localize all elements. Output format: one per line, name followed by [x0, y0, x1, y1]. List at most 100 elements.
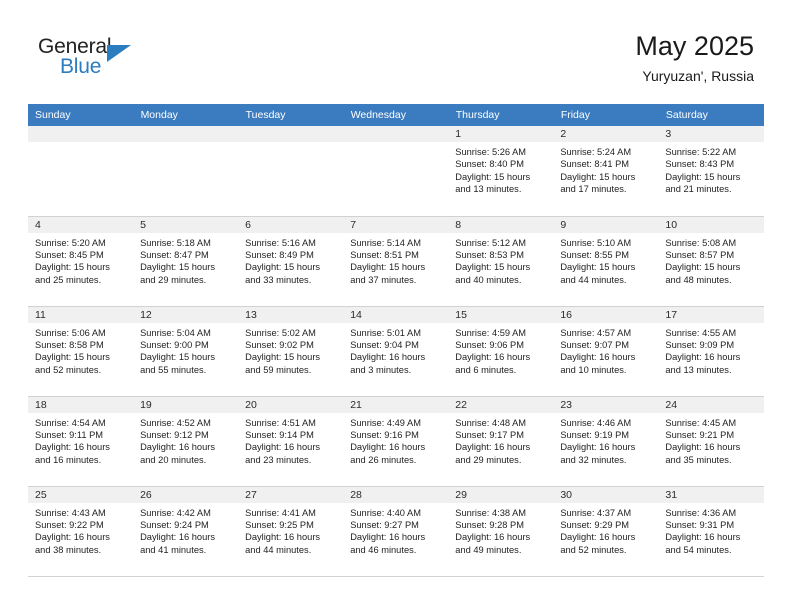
daylight-text-line1: Daylight: 15 hours	[665, 262, 741, 273]
day-number: 4	[28, 216, 134, 233]
day-details: Sunrise: 4:57 AM Sunset: 9:07 PM Daylight:…	[553, 323, 658, 377]
page-subtitle: Yuryuzan', Russia	[642, 68, 754, 84]
sunrise-text: Sunrise: 4:37 AM	[560, 507, 632, 518]
daylight-text-line2: and 46 minutes.	[350, 544, 417, 555]
sunset-text: Sunset: 9:14 PM	[245, 429, 314, 440]
calendar-day-cell[interactable]: 4 Sunrise: 5:20 AM Sunset: 8:45 PM Daylight…	[28, 216, 134, 307]
sunrise-text: Sunrise: 4:49 AM	[350, 417, 421, 428]
day-details: Sunrise: 4:45 AM Sunset: 9:21 PM Daylight:…	[658, 413, 763, 467]
daylight-text-line2: and 13 minutes.	[455, 184, 522, 195]
calendar-day-cell[interactable]: 1 Sunrise: 5:26 AM Sunset: 8:40 PM Daylight…	[448, 126, 554, 217]
daylight-text-line1: Daylight: 16 hours	[665, 352, 741, 363]
calendar-day-cell[interactable]: 22 Sunrise: 4:48 AM Sunset: 9:17 PM Dayligh…	[448, 396, 554, 487]
day-number: 7	[343, 216, 449, 233]
calendar-day-cell[interactable]: 10 Sunrise: 5:08 AM Sunset: 8:57 PM Dayligh…	[658, 216, 764, 307]
title-block: May 2025 Yuryuzan', Russia	[635, 30, 754, 85]
day-number: 6	[238, 216, 344, 233]
daylight-text-line1: Daylight: 16 hours	[245, 442, 321, 453]
day-details: Sunrise: 5:20 AM Sunset: 8:45 PM Daylight:…	[28, 233, 133, 287]
calendar-day-cell[interactable]: 20 Sunrise: 4:51 AM Sunset: 9:14 PM Dayligh…	[238, 396, 344, 487]
logo-text-blue: Blue	[60, 55, 102, 78]
day-number: 24	[658, 396, 764, 413]
day-number: 20	[238, 396, 344, 413]
calendar-day-cell[interactable]: 3 Sunrise: 5:22 AM Sunset: 8:43 PM Daylight…	[658, 126, 764, 217]
weekday-header-saturday: Saturday	[658, 104, 765, 126]
calendar-day-cell[interactable]: 28 Sunrise: 4:40 AM Sunset: 9:27 PM Dayligh…	[343, 486, 449, 577]
daylight-text-line1: Daylight: 16 hours	[35, 532, 110, 543]
calendar-day-cell[interactable]: 27 Sunrise: 4:41 AM Sunset: 9:25 PM Dayligh…	[238, 486, 344, 577]
sunset-text: Sunset: 9:31 PM	[665, 519, 735, 530]
daylight-text-line2: and 13 minutes.	[665, 364, 732, 375]
sunrise-text: Sunrise: 4:43 AM	[35, 507, 106, 518]
day-details: Sunrise: 4:59 AM Sunset: 9:06 PM Daylight:…	[448, 323, 553, 377]
weekday-header-friday: Friday	[553, 104, 659, 126]
calendar-day-cell[interactable]: 13 Sunrise: 5:02 AM Sunset: 9:02 PM Dayligh…	[238, 306, 344, 397]
calendar-day-cell[interactable]: 6 Sunrise: 5:16 AM Sunset: 8:49 PM Daylight…	[238, 216, 344, 307]
day-number: 3	[658, 126, 764, 142]
daylight-text-line1: Daylight: 16 hours	[560, 532, 636, 543]
day-details: Sunrise: 5:08 AM Sunset: 8:57 PM Daylight:…	[658, 233, 763, 287]
sunset-text: Sunset: 9:07 PM	[560, 339, 630, 350]
daylight-text-line1: Daylight: 16 hours	[140, 442, 215, 453]
daylight-text-line2: and 52 minutes.	[35, 364, 102, 375]
calendar-day-cell[interactable]: 16 Sunrise: 4:57 AM Sunset: 9:07 PM Dayligh…	[553, 306, 659, 397]
sunrise-text: Sunrise: 5:26 AM	[455, 147, 527, 157]
day-number: 12	[133, 306, 239, 323]
calendar-day-cell[interactable]: 2 Sunrise: 5:24 AM Sunset: 8:41 PM Daylight…	[553, 126, 659, 217]
sunset-text: Sunset: 8:41 PM	[560, 159, 630, 170]
sunset-text: Sunset: 9:22 PM	[35, 519, 104, 530]
day-number: 14	[343, 306, 449, 323]
calendar-day-cell[interactable]: 11 Sunrise: 5:06 AM Sunset: 8:58 PM Dayligh…	[28, 306, 134, 397]
daylight-text-line2: and 44 minutes.	[560, 274, 627, 285]
calendar-day-cell[interactable]: 9 Sunrise: 5:10 AM Sunset: 8:55 PM Daylight…	[553, 216, 659, 307]
calendar-day-cell[interactable]: 8 Sunrise: 5:12 AM Sunset: 8:53 PM Daylight…	[448, 216, 554, 307]
weekday-header-thursday: Thursday	[448, 104, 554, 126]
sunset-text: Sunset: 9:29 PM	[560, 519, 630, 530]
sunset-text: Sunset: 9:21 PM	[665, 429, 735, 440]
weekday-header-monday: Monday	[133, 104, 239, 126]
day-number: 27	[238, 486, 344, 503]
calendar-day-cell[interactable]: 26 Sunrise: 4:42 AM Sunset: 9:24 PM Dayligh…	[133, 486, 239, 577]
weekday-header-tuesday: Tuesday	[238, 104, 344, 126]
page-title: May 2025	[635, 31, 754, 61]
calendar-day-cell[interactable]: 23 Sunrise: 4:46 AM Sunset: 9:19 PM Dayligh…	[553, 396, 659, 487]
calendar-day-cell[interactable]: 14 Sunrise: 5:01 AM Sunset: 9:04 PM Dayligh…	[343, 306, 449, 397]
calendar-day-cell[interactable]: 7 Sunrise: 5:14 AM Sunset: 8:51 PM Daylight…	[343, 216, 449, 307]
calendar-day-cell[interactable]: 29 Sunrise: 4:38 AM Sunset: 9:28 PM Dayligh…	[448, 486, 554, 577]
calendar-day-cell[interactable]: 12 Sunrise: 5:04 AM Sunset: 9:00 PM Dayligh…	[133, 306, 239, 397]
day-details: Sunrise: 4:54 AM Sunset: 9:11 PM Daylight:…	[28, 413, 133, 467]
sunset-text: Sunset: 8:53 PM	[455, 249, 524, 260]
daylight-text-line1: Daylight: 16 hours	[350, 442, 426, 453]
daylight-text-line1: Daylight: 15 hours	[140, 352, 215, 363]
calendar-day-cell[interactable]: 31 Sunrise: 4:36 AM Sunset: 9:31 PM Dayligh…	[658, 486, 764, 577]
calendar-day-cell[interactable]: 24 Sunrise: 4:45 AM Sunset: 9:21 PM Dayligh…	[658, 396, 764, 487]
calendar-week-row: 4 Sunrise: 5:20 AM Sunset: 8:45 PM Daylight…	[28, 216, 764, 307]
daylight-text-line2: and 38 minutes.	[35, 544, 102, 555]
daylight-text-line2: and 20 minutes.	[140, 454, 207, 465]
calendar-day-cell[interactable]: 5 Sunrise: 5:18 AM Sunset: 8:47 PM Daylight…	[133, 216, 239, 307]
day-number: 5	[133, 216, 239, 233]
day-number: 13	[238, 306, 344, 323]
weekday-header-wednesday: Wednesday	[343, 104, 449, 126]
sunrise-text: Sunrise: 5:01 AM	[350, 327, 421, 338]
calendar-day-cell[interactable]: 18 Sunrise: 4:54 AM Sunset: 9:11 PM Dayligh…	[28, 396, 134, 487]
calendar-day-cell[interactable]: 15 Sunrise: 4:59 AM Sunset: 9:06 PM Dayligh…	[448, 306, 554, 397]
daylight-text-line1: Daylight: 16 hours	[350, 352, 426, 363]
calendar-day-cell[interactable]: 25 Sunrise: 4:43 AM Sunset: 9:22 PM Dayligh…	[28, 486, 134, 577]
day-number	[133, 126, 239, 142]
sunrise-text: Sunrise: 5:02 AM	[245, 327, 316, 338]
daylight-text-line2: and 16 minutes.	[35, 454, 102, 465]
calendar-day-cell[interactable]: 21 Sunrise: 4:49 AM Sunset: 9:16 PM Dayligh…	[343, 396, 449, 487]
calendar-grid: Sunday Monday Tuesday Wednesday Thursday…	[28, 104, 765, 577]
calendar-day-cell[interactable]: 19 Sunrise: 4:52 AM Sunset: 9:12 PM Dayligh…	[133, 396, 239, 487]
calendar-day-cell[interactable]: 17 Sunrise: 4:55 AM Sunset: 9:09 PM Dayligh…	[658, 306, 764, 397]
day-details: Sunrise: 4:40 AM Sunset: 9:27 PM Daylight:…	[343, 503, 448, 557]
daylight-text-line2: and 55 minutes.	[140, 364, 207, 375]
sunset-text: Sunset: 9:06 PM	[455, 339, 524, 350]
page-header: General Blue May 2025 Yuryuzan', Russia	[0, 0, 792, 104]
sunrise-text: Sunrise: 5:22 AM	[665, 147, 737, 157]
calendar-day-cell[interactable]: 30 Sunrise: 4:37 AM Sunset: 9:29 PM Dayligh…	[553, 486, 659, 577]
sunrise-text: Sunrise: 4:54 AM	[35, 417, 106, 428]
sunrise-text: Sunrise: 4:41 AM	[245, 507, 316, 518]
day-number: 2	[553, 126, 659, 142]
